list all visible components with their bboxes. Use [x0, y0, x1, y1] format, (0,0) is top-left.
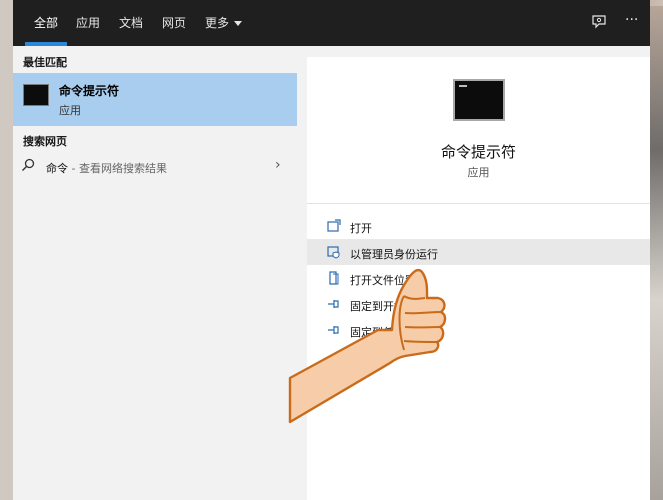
results-pane: 最佳匹配 命令提示符 应用 搜索网页 命令 - 查看网络搜索结果 › — [13, 46, 297, 500]
chevron-down-icon — [234, 21, 243, 26]
folder-icon — [329, 271, 339, 285]
web-search-item[interactable]: 命令 - 查看网络搜索结果 › — [13, 154, 297, 180]
action-open-file-location-label: 打开文件位置 — [350, 274, 416, 287]
action-open[interactable]: 打开 — [307, 213, 650, 239]
command-prompt-icon — [23, 84, 49, 106]
more-options-icon[interactable]: ··· — [625, 12, 638, 28]
tab-more-label: 更多 — [205, 16, 230, 30]
tab-apps[interactable]: 应用 — [76, 0, 100, 46]
action-pin-to-start-label: 固定到开始屏幕 — [350, 300, 427, 313]
web-search-heading: 搜索网页 — [23, 135, 67, 148]
web-search-query: 命令 — [46, 162, 68, 175]
best-match-type: 应用 — [59, 104, 81, 117]
command-prompt-large-icon — [453, 79, 505, 121]
best-match-item[interactable]: 命令提示符 应用 — [13, 73, 297, 126]
pin-icon — [328, 300, 339, 308]
tab-documents-label: 文档 — [119, 16, 144, 30]
feedback-icon[interactable] — [591, 14, 607, 34]
tab-all-label: 全部 — [34, 16, 59, 30]
app-title: 命令提示符 — [440, 143, 516, 161]
action-run-as-admin[interactable]: 以管理员身份运行 — [307, 239, 650, 265]
pin-icon — [328, 326, 339, 334]
action-run-as-admin-label: 以管理员身份运行 — [350, 248, 438, 261]
tab-documents[interactable]: 文档 — [119, 0, 143, 46]
best-match-name: 命令提示符 — [59, 84, 120, 98]
tab-apps-label: 应用 — [76, 16, 101, 30]
action-open-file-location[interactable]: 打开文件位置 — [307, 265, 650, 291]
best-match-heading: 最佳匹配 — [23, 56, 67, 69]
action-open-label: 打开 — [350, 222, 372, 235]
chevron-right-icon[interactable]: › — [275, 157, 281, 173]
tab-all[interactable]: 全部 — [34, 0, 58, 46]
divider — [307, 203, 650, 204]
tab-more[interactable]: 更多 — [205, 0, 243, 46]
shield-icon — [327, 246, 340, 259]
open-icon — [327, 219, 341, 232]
app-type: 应用 — [467, 166, 490, 179]
action-pin-to-start[interactable]: 固定到开始屏幕 — [307, 291, 650, 317]
details-pane: 命令提示符 应用 打开 以管理员身份运行 打开文件位置 固定到开始屏幕 固定到任… — [307, 57, 650, 500]
tab-web-label: 网页 — [162, 16, 187, 30]
search-icon — [22, 158, 35, 171]
desktop-background — [650, 0, 663, 500]
search-window: 全部 应用 文档 网页 更多 ··· 最佳匹配 命令提示符 应用 搜索网页 命令… — [13, 0, 650, 500]
search-tab-bar: 全部 应用 文档 网页 更多 ··· — [13, 0, 650, 46]
web-search-hint: - 查看网络搜索结果 — [68, 162, 167, 175]
action-pin-to-taskbar-label: 固定到任务栏 — [350, 326, 416, 339]
action-pin-to-taskbar[interactable]: 固定到任务栏 — [307, 317, 650, 343]
tab-web[interactable]: 网页 — [162, 0, 186, 46]
